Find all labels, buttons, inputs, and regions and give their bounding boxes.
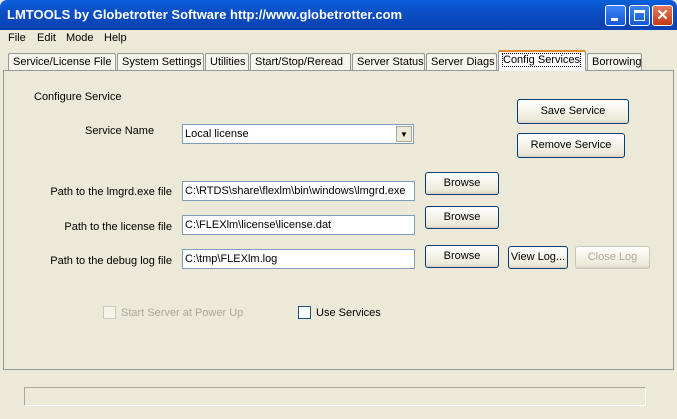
tab-start-stop-reread[interactable]: Start/Stop/Reread — [250, 53, 351, 71]
minimize-button[interactable] — [605, 5, 626, 26]
browse-log-button[interactable]: Browse — [425, 245, 499, 268]
browse-license-button[interactable]: Browse — [425, 206, 499, 229]
configure-service-heading: Configure Service — [34, 91, 122, 103]
use-services-checkbox[interactable] — [298, 306, 311, 319]
service-name-value: Local license — [185, 128, 249, 140]
tab-utilities[interactable]: Utilities — [205, 53, 249, 71]
maximize-button[interactable] — [629, 5, 650, 26]
status-bar — [24, 387, 646, 406]
license-path-label: Path to the license file — [64, 221, 172, 233]
close-icon: ✕ — [656, 7, 669, 24]
use-services-label[interactable]: Use Services — [316, 307, 381, 319]
start-at-power-up-checkbox — [103, 306, 116, 319]
tab-service-license-file[interactable]: Service/License File — [8, 53, 116, 71]
menu-help[interactable]: Help — [104, 32, 127, 44]
service-name-label: Service Name — [85, 125, 155, 137]
lmgrd-path-label: Path to the lmgrd.exe file — [50, 186, 172, 198]
view-log-button[interactable]: View Log... — [508, 246, 568, 269]
tab-config-services[interactable]: Config Services — [498, 50, 586, 71]
service-name-select[interactable]: Local license ▼ — [182, 124, 414, 144]
menu-mode[interactable]: Mode — [66, 32, 94, 44]
window-title: LMTOOLS by Globetrotter Software http://… — [7, 7, 403, 22]
lmgrd-path-input[interactable]: C:\RTDS\share\flexlm\bin\windows\lmgrd.e… — [182, 181, 415, 201]
log-path-input[interactable]: C:\tmp\FLEXlm.log — [182, 249, 415, 269]
start-at-power-up-label: Start Server at Power Up — [121, 307, 244, 319]
save-service-button[interactable]: Save Service — [517, 99, 629, 124]
close-log-button: Close Log — [575, 246, 650, 269]
browse-lmgrd-button[interactable]: Browse — [425, 172, 499, 195]
tab-server-status[interactable]: Server Status — [352, 53, 425, 71]
menu-file[interactable]: File — [8, 32, 26, 44]
tab-borrowing[interactable]: Borrowing — [587, 53, 642, 71]
log-path-label: Path to the debug log file — [50, 255, 172, 267]
menu-bar: File Edit Mode Help — [0, 30, 677, 48]
tab-server-diags[interactable]: Server Diags — [426, 53, 497, 71]
tab-system-settings[interactable]: System Settings — [117, 53, 204, 71]
license-path-input[interactable]: C:\FLEXlm\license\license.dat — [182, 215, 415, 235]
remove-service-button[interactable]: Remove Service — [517, 133, 625, 158]
close-button[interactable]: ✕ — [652, 5, 673, 26]
chevron-down-icon[interactable]: ▼ — [396, 126, 412, 142]
title-bar: LMTOOLS by Globetrotter Software http://… — [0, 0, 677, 30]
menu-edit[interactable]: Edit — [37, 32, 56, 44]
